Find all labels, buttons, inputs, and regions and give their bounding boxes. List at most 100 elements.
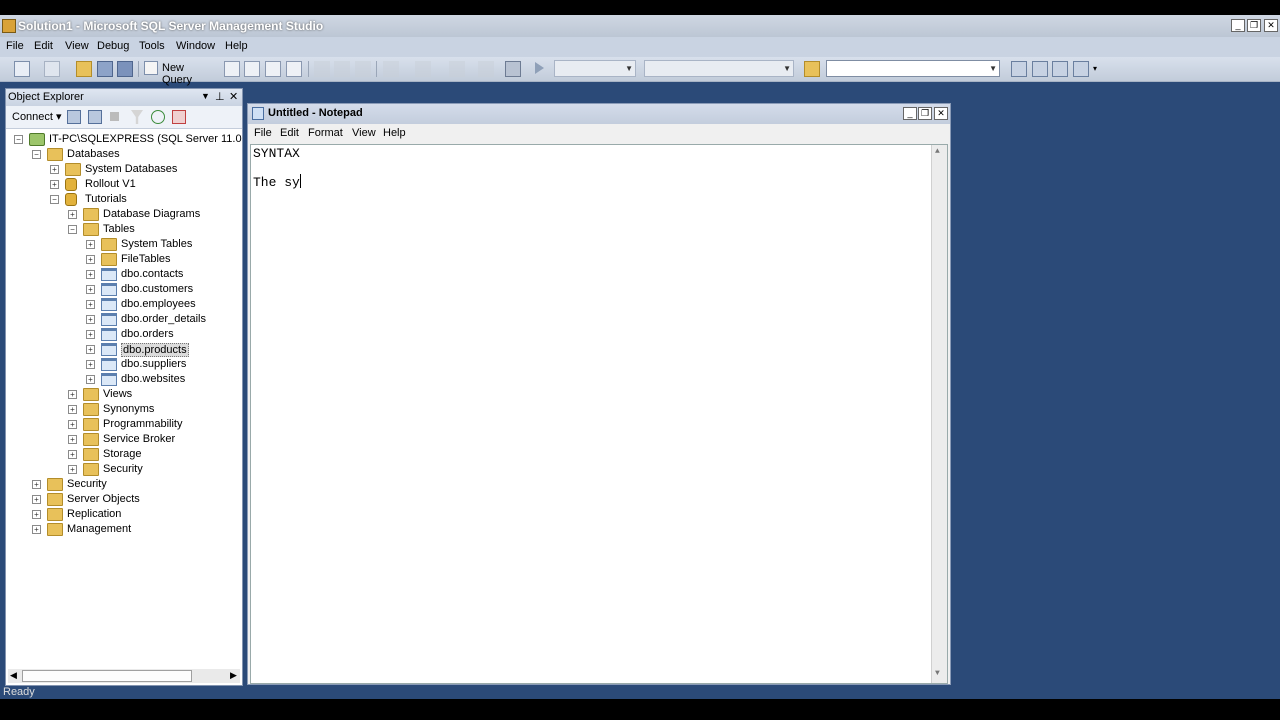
connect-object-explorer-icon[interactable] xyxy=(67,110,81,124)
expand-icon[interactable]: + xyxy=(32,495,41,504)
solution-configuration-combo[interactable]: ▼ xyxy=(554,60,636,77)
activity-monitor-icon[interactable] xyxy=(505,61,521,77)
expand-icon[interactable]: + xyxy=(86,345,95,354)
expand-icon[interactable]: + xyxy=(32,525,41,534)
tree-node[interactable]: + System Databases xyxy=(6,162,242,177)
collapse-icon[interactable]: − xyxy=(50,195,59,204)
tree-node[interactable]: − Tutorials xyxy=(6,192,242,207)
new-query-button[interactable]: New Query xyxy=(144,60,216,86)
expand-icon[interactable]: + xyxy=(68,390,77,399)
expand-icon[interactable]: + xyxy=(86,270,95,279)
save-icon[interactable] xyxy=(97,61,113,77)
tree-node[interactable]: + Server Objects xyxy=(6,492,242,507)
undo-icon[interactable] xyxy=(383,61,399,77)
find-combo[interactable]: ▼ xyxy=(826,60,1000,77)
expand-icon[interactable]: + xyxy=(86,315,95,324)
tree-node[interactable]: + Security xyxy=(6,462,242,477)
expand-icon[interactable]: + xyxy=(86,360,95,369)
activity-monitor-icon[interactable] xyxy=(172,110,186,124)
toolbar-options-icon[interactable]: ▾ xyxy=(1093,64,1097,73)
collapse-icon[interactable]: − xyxy=(32,150,41,159)
tree-node[interactable]: + dbo.suppliers xyxy=(6,357,242,372)
tree-node[interactable]: + dbo.websites xyxy=(6,372,242,387)
notepad-close-button[interactable]: ✕ xyxy=(934,107,948,120)
new-project-icon[interactable] xyxy=(14,61,30,77)
horizontal-scrollbar[interactable]: ◀ ▶ xyxy=(8,669,240,683)
notepad-menu-help[interactable]: Help xyxy=(383,127,406,139)
expand-icon[interactable]: + xyxy=(68,405,77,414)
expand-icon[interactable]: + xyxy=(68,210,77,219)
scrollbar-thumb[interactable] xyxy=(22,670,192,682)
expand-icon[interactable]: + xyxy=(32,480,41,489)
tree-node[interactable]: + dbo.contacts xyxy=(6,267,242,282)
expand-icon[interactable]: + xyxy=(86,255,95,264)
find-in-files-icon[interactable] xyxy=(804,61,820,77)
menu-debug[interactable]: Debug xyxy=(97,40,129,52)
menu-tools[interactable]: Tools xyxy=(139,40,165,52)
analysis-query-icon[interactable] xyxy=(244,61,260,77)
notepad-maximize-button[interactable]: ❐ xyxy=(918,107,932,120)
expand-icon[interactable]: + xyxy=(50,180,59,189)
scroll-up-icon[interactable]: ▲ xyxy=(935,147,940,156)
refresh-icon[interactable] xyxy=(151,110,165,124)
tree-node[interactable]: + FileTables xyxy=(6,252,242,267)
tree-node[interactable]: + Security xyxy=(6,477,242,492)
cut-icon[interactable] xyxy=(314,61,330,77)
tree-node[interactable]: + Rollout V1 xyxy=(6,177,242,192)
properties-window-icon[interactable] xyxy=(1073,61,1089,77)
start-debugging-icon[interactable] xyxy=(535,62,544,74)
menu-file[interactable]: File xyxy=(6,40,24,52)
tree-node[interactable]: + Replication xyxy=(6,507,242,522)
notepad-text-area[interactable]: SYNTAX The sy ▲ ▼ xyxy=(250,144,948,684)
navigate-backward-icon[interactable] xyxy=(449,61,465,77)
pin-icon[interactable]: ⊥ xyxy=(215,90,225,103)
minimize-button[interactable]: _ xyxy=(1231,19,1245,32)
menu-edit[interactable]: Edit xyxy=(34,40,53,52)
redo-icon[interactable] xyxy=(415,61,431,77)
tree-node[interactable]: − Tables xyxy=(6,222,242,237)
notepad-menu-edit[interactable]: Edit xyxy=(280,127,299,139)
expand-icon[interactable]: + xyxy=(68,465,77,474)
expand-icon[interactable]: + xyxy=(86,240,95,249)
tree-node[interactable]: + Database Diagrams xyxy=(6,207,242,222)
tree-node[interactable]: − Databases xyxy=(6,147,242,162)
expand-icon[interactable]: + xyxy=(68,435,77,444)
expand-icon[interactable]: + xyxy=(50,165,59,174)
restore-button[interactable]: ❐ xyxy=(1247,19,1261,32)
notepad-menu-view[interactable]: View xyxy=(352,127,376,139)
notepad-minimize-button[interactable]: _ xyxy=(903,107,917,120)
tree-node[interactable]: − IT-PC\SQLEXPRESS (SQL Server 11.0.2100 xyxy=(6,132,242,147)
template-explorer-icon[interactable] xyxy=(1052,61,1068,77)
close-button[interactable]: ✕ xyxy=(1264,19,1278,32)
expand-icon[interactable]: + xyxy=(68,450,77,459)
collapse-icon[interactable]: − xyxy=(14,135,23,144)
tree-node[interactable]: + dbo.customers xyxy=(6,282,242,297)
object-explorer-icon[interactable] xyxy=(1032,61,1048,77)
navigate-forward-icon[interactable] xyxy=(478,61,494,77)
expand-icon[interactable]: + xyxy=(68,420,77,429)
filter-icon[interactable] xyxy=(131,110,143,124)
tree-node[interactable]: + Management xyxy=(6,522,242,537)
tree-node[interactable]: + Views xyxy=(6,387,242,402)
collapse-icon[interactable]: − xyxy=(68,225,77,234)
mdx-query-icon[interactable] xyxy=(265,61,281,77)
copy-icon[interactable] xyxy=(334,61,350,77)
menu-view[interactable]: View xyxy=(65,40,89,52)
registered-servers-icon[interactable] xyxy=(1011,61,1027,77)
tree-node[interactable]: + Programmability xyxy=(6,417,242,432)
tree-node[interactable]: + Synonyms xyxy=(6,402,242,417)
paste-icon[interactable] xyxy=(355,61,371,77)
dmx-query-icon[interactable] xyxy=(286,61,302,77)
expand-icon[interactable]: + xyxy=(86,375,95,384)
tree-node[interactable]: + dbo.products xyxy=(6,342,242,357)
expand-icon[interactable]: + xyxy=(86,285,95,294)
notepad-menu-format[interactable]: Format xyxy=(308,127,343,139)
tree-node[interactable]: + System Tables xyxy=(6,237,242,252)
menu-help[interactable]: Help xyxy=(225,40,248,52)
scroll-left-icon[interactable]: ◀ xyxy=(10,670,17,681)
database-engine-query-icon[interactable] xyxy=(224,61,240,77)
tree-node[interactable]: + Service Broker xyxy=(6,432,242,447)
tree-node[interactable]: + Storage xyxy=(6,447,242,462)
solution-platform-combo[interactable]: ▼ xyxy=(644,60,794,77)
connect-button[interactable]: Connect ▾ xyxy=(12,110,62,123)
